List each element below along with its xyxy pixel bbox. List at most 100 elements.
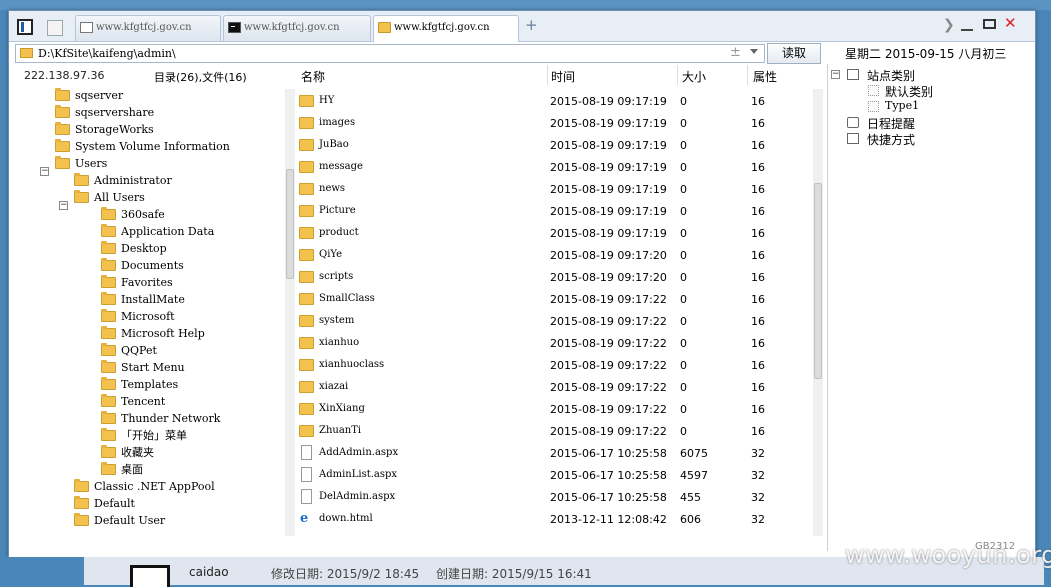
terminal-icon xyxy=(228,22,241,33)
schedule-reminder[interactable]: 日程提醒 xyxy=(867,115,915,132)
read-button[interactable]: 读取 xyxy=(767,43,821,64)
tree-scroll-thumb[interactable] xyxy=(286,169,294,279)
folder-icon xyxy=(101,241,116,254)
folder-icon xyxy=(101,309,116,322)
folder-icon xyxy=(20,48,33,58)
table-row[interactable]: scripts 2015-08-19 09:17:20 0 16 xyxy=(299,267,819,289)
col-name[interactable]: 名称 xyxy=(301,68,325,85)
table-row[interactable]: AddAdmin.aspx 2015-06-17 10:25:58 6075 32 xyxy=(299,443,819,465)
file-icon xyxy=(301,445,312,460)
app-logo-icon[interactable] xyxy=(17,19,33,35)
file-list-scrollbar[interactable] xyxy=(813,89,823,536)
directory-tree: sqserver sqservershare StorageWorks Syst… xyxy=(40,88,230,527)
caidao-window: www.kfgtfcj.gov.cn www.kfgtfcj.gov.cn ww… xyxy=(8,10,1036,558)
desktop-top-strip xyxy=(0,0,1051,10)
collapse-toggle-icon[interactable]: − xyxy=(59,201,68,210)
folder-icon xyxy=(74,513,89,526)
table-row[interactable]: SmallClass 2015-08-19 09:17:22 0 16 xyxy=(299,289,819,311)
category-icon xyxy=(868,85,879,96)
path-value: D:\KfSite\kaifeng\admin\ xyxy=(38,47,176,60)
table-row[interactable]: ZhuanTi 2015-08-19 09:17:22 0 16 xyxy=(299,421,819,443)
table-row[interactable]: QiYe 2015-08-19 09:17:20 0 16 xyxy=(299,245,819,267)
folder-icon xyxy=(101,258,116,271)
watermark: www.wooyun.org xyxy=(845,541,1051,569)
folder-icon xyxy=(299,117,314,129)
collapse-toggle-icon[interactable]: − xyxy=(40,167,49,176)
right-panel: − 站点类别 默认类别 Type1 日程提醒 快捷方式 xyxy=(827,64,1034,551)
folder-icon xyxy=(101,445,116,458)
tab-label: www.kfgtfcj.gov.cn xyxy=(244,22,340,33)
table-row[interactable]: XinXiang 2015-08-19 09:17:22 0 16 xyxy=(299,399,819,421)
tab-site-3[interactable]: www.kfgtfcj.gov.cn xyxy=(373,15,519,42)
folder-icon xyxy=(55,156,70,169)
table-row[interactable]: product 2015-08-19 09:17:19 0 16 xyxy=(299,223,819,245)
folder-icon xyxy=(55,139,70,152)
minimize-button[interactable] xyxy=(961,29,973,31)
desktop-left xyxy=(0,557,84,585)
folder-icon xyxy=(101,377,116,390)
tab-site-1[interactable]: www.kfgtfcj.gov.cn xyxy=(75,15,221,41)
folder-icon xyxy=(378,22,391,33)
col-size[interactable]: 大小 xyxy=(682,68,706,85)
category-default[interactable]: 默认类别 xyxy=(885,83,933,100)
table-row[interactable]: e down.html 2013-12-11 12:08:42 606 32 xyxy=(299,509,819,531)
tab-bar: www.kfgtfcj.gov.cn www.kfgtfcj.gov.cn ww… xyxy=(9,11,1035,42)
dropdown-arrow-icon[interactable] xyxy=(750,49,758,54)
category-type1[interactable]: Type1 xyxy=(885,99,919,112)
table-row[interactable]: AdminList.aspx 2015-06-17 10:25:58 4597 32 xyxy=(299,465,819,487)
table-row[interactable]: xianhuoclass 2015-08-19 09:17:22 0 16 xyxy=(299,355,819,377)
folder-icon xyxy=(101,292,116,305)
table-row[interactable]: xianhuo 2015-08-19 09:17:22 0 16 xyxy=(299,333,819,355)
folder-icon xyxy=(101,207,116,220)
path-spin-icon: ± xyxy=(730,45,741,60)
folder-icon xyxy=(299,403,314,415)
table-row[interactable]: system 2015-08-19 09:17:22 0 16 xyxy=(299,311,819,333)
blank-tab-icon[interactable] xyxy=(47,20,63,36)
table-row[interactable]: JuBao 2015-08-19 09:17:19 0 16 xyxy=(299,135,819,157)
table-row[interactable]: message 2015-08-19 09:17:19 0 16 xyxy=(299,157,819,179)
chevron-right-icon[interactable]: ❯ xyxy=(943,17,955,33)
folder-icon xyxy=(74,496,89,509)
file-name: caidao xyxy=(189,565,229,579)
shortcuts[interactable]: 快捷方式 xyxy=(867,131,915,148)
col-attr[interactable]: 属性 xyxy=(753,68,777,85)
shortcut-icon xyxy=(847,133,859,144)
table-row[interactable]: news 2015-08-19 09:17:19 0 16 xyxy=(299,179,819,201)
modified-date: 修改日期: 2015/9/2 18:45 xyxy=(271,567,420,581)
new-tab-button[interactable]: + xyxy=(525,16,538,34)
site-category-icon xyxy=(847,69,859,80)
folder-icon xyxy=(55,105,70,118)
col-time[interactable]: 时间 xyxy=(551,68,575,85)
folder-icon xyxy=(101,428,116,441)
folder-icon xyxy=(74,173,89,186)
folder-icon xyxy=(55,88,70,101)
tree-scrollbar[interactable] xyxy=(285,89,295,536)
dir-file-count: 目录(26),文件(16) xyxy=(154,71,247,84)
table-row[interactable]: Picture 2015-08-19 09:17:19 0 16 xyxy=(299,201,819,223)
table-row[interactable]: HY 2015-08-19 09:17:19 0 16 xyxy=(299,91,819,113)
collapse-toggle-icon[interactable]: − xyxy=(831,70,840,79)
table-row[interactable]: xiazai 2015-08-19 09:17:22 0 16 xyxy=(299,377,819,399)
folder-icon xyxy=(299,315,314,327)
file-icon xyxy=(301,489,312,504)
schedule-icon xyxy=(847,117,859,128)
folder-icon xyxy=(101,343,116,356)
file-list: HY 2015-08-19 09:17:19 0 16 images 2015-08-1… xyxy=(299,91,823,541)
file-icon xyxy=(301,467,312,482)
folder-icon xyxy=(101,360,116,373)
folder-icon xyxy=(299,425,314,437)
site-category-root[interactable]: 站点类别 xyxy=(867,67,915,84)
maximize-button[interactable] xyxy=(983,19,996,29)
tab-label: www.kfgtfcj.gov.cn xyxy=(96,22,192,33)
folder-icon xyxy=(299,161,314,173)
tab-site-2[interactable]: www.kfgtfcj.gov.cn xyxy=(223,15,371,41)
folder-icon xyxy=(101,462,116,475)
folder-icon xyxy=(101,326,116,339)
close-button[interactable]: ✕ xyxy=(1004,15,1017,31)
file-list-scroll-thumb[interactable] xyxy=(814,183,822,379)
folder-icon xyxy=(299,205,314,217)
table-row[interactable]: DelAdmin.aspx 2015-06-17 10:25:58 455 32 xyxy=(299,487,819,509)
path-input[interactable]: D:\KfSite\kaifeng\admin\ ± xyxy=(15,44,765,63)
server-ip: 222.138.97.36 xyxy=(24,69,105,82)
table-row[interactable]: images 2015-08-19 09:17:19 0 16 xyxy=(299,113,819,135)
